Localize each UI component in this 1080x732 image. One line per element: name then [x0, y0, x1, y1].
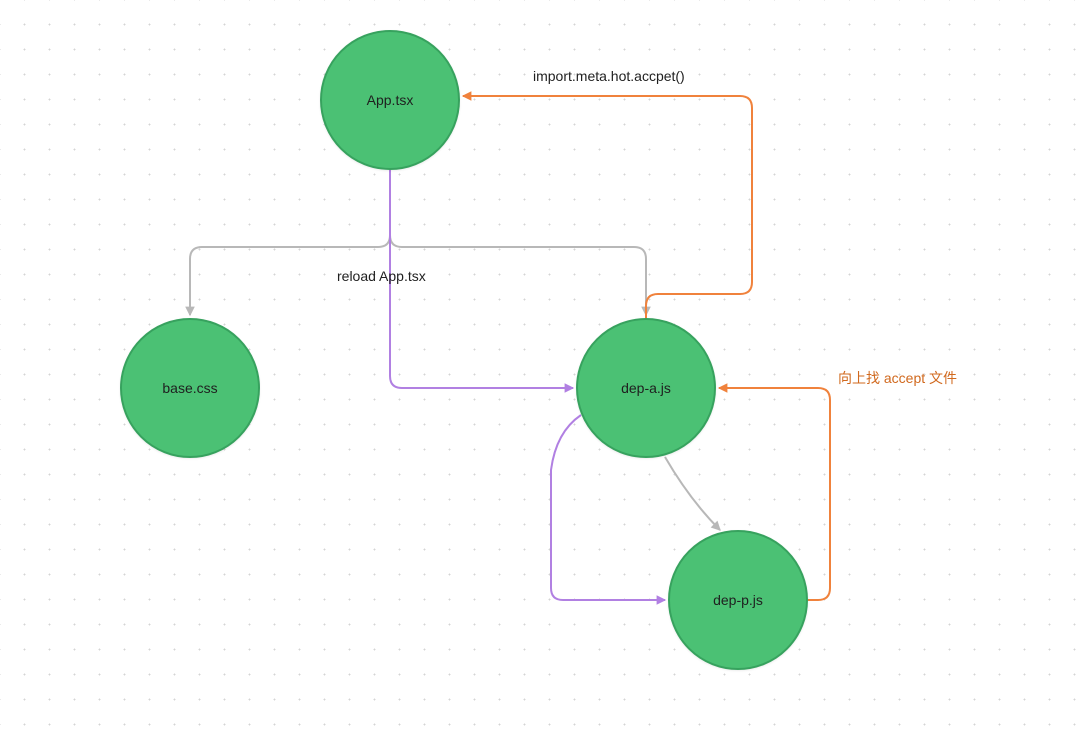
diagram-canvas[interactable]: App.tsx base.css dep-a.js dep-p.js impor… — [0, 0, 1080, 732]
node-label: dep-a.js — [621, 380, 671, 396]
edge-orange-depa-to-app — [463, 96, 752, 318]
edge-gray-depa-to-depp — [665, 457, 720, 530]
node-dep-p-js[interactable]: dep-p.js — [668, 530, 808, 670]
node-label: App.tsx — [367, 92, 414, 108]
label-find-accept: 向上找 accept 文件 — [838, 368, 957, 388]
node-base-css[interactable]: base.css — [120, 318, 260, 458]
edge-gray-app-to-base — [190, 170, 390, 315]
node-app-tsx[interactable]: App.tsx — [320, 30, 460, 170]
label-import-meta: import.meta.hot.accpet() — [533, 68, 685, 84]
edge-gray-app-to-depa — [390, 170, 646, 315]
node-label: base.css — [162, 380, 217, 396]
node-dep-a-js[interactable]: dep-a.js — [576, 318, 716, 458]
label-reload-app: reload App.tsx — [337, 268, 426, 284]
node-label: dep-p.js — [713, 592, 763, 608]
